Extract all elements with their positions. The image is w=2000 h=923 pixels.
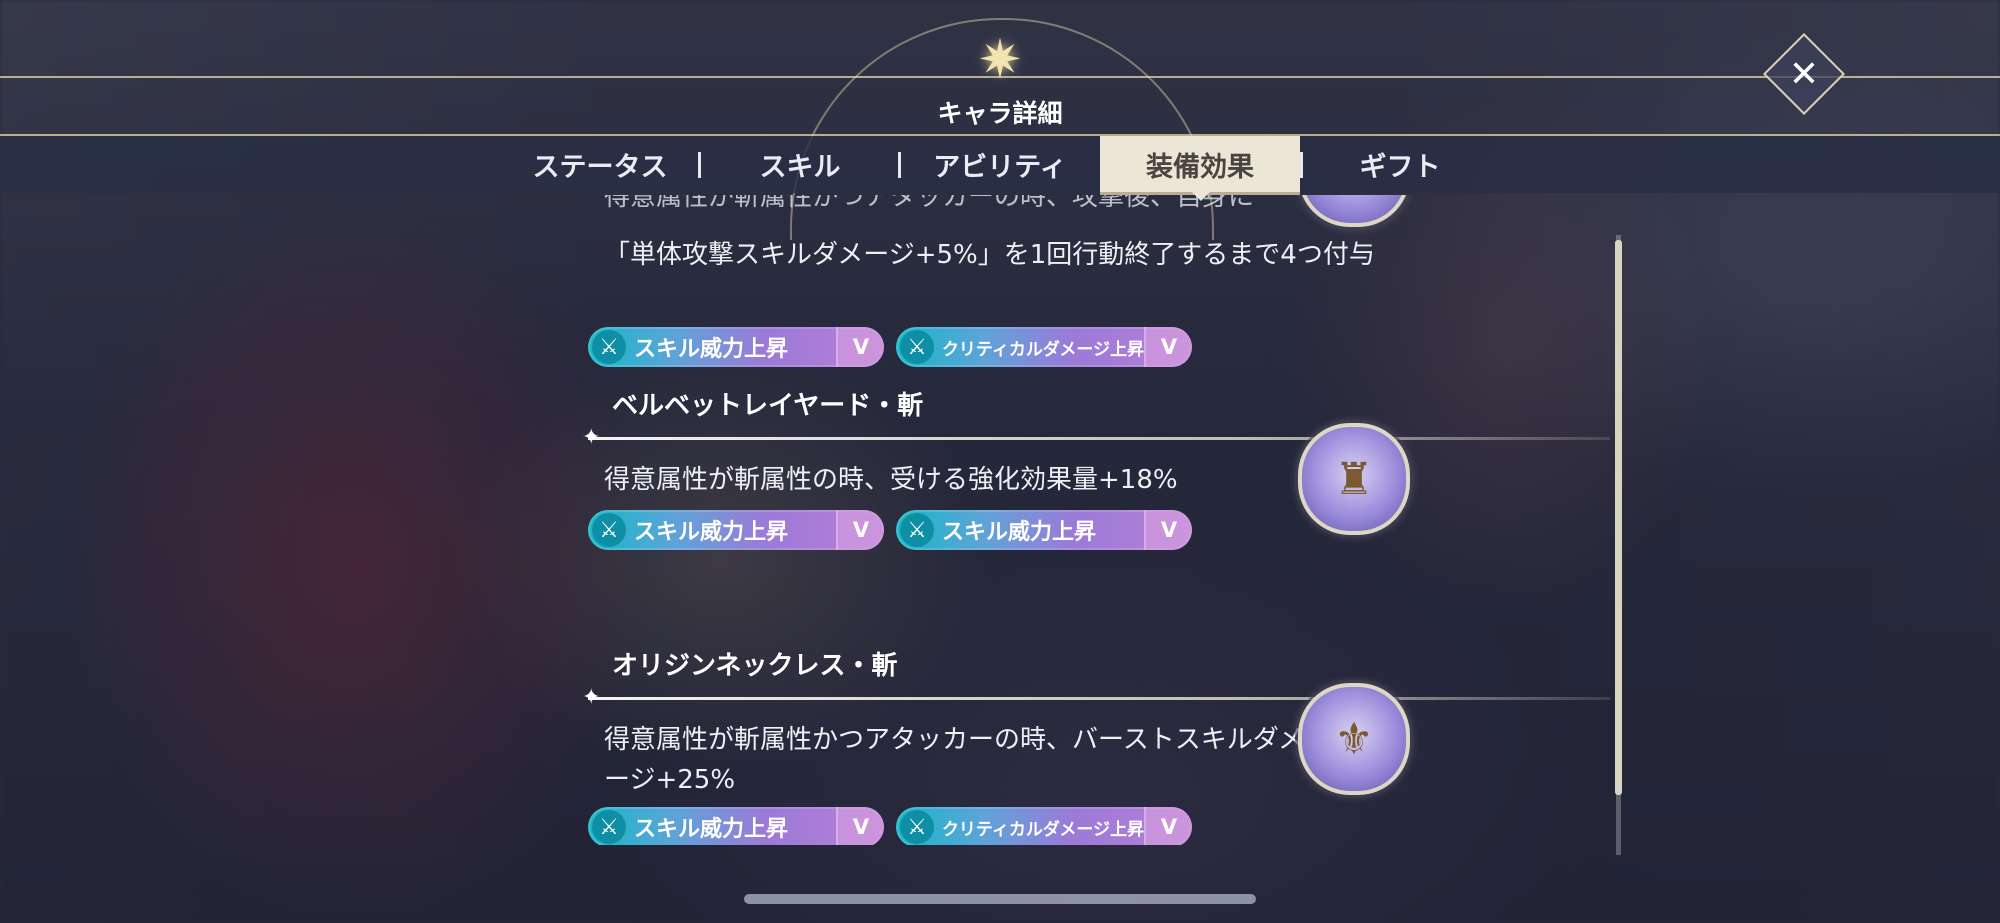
tab-ability[interactable]: アビリティ — [910, 136, 1090, 193]
badge-row: ⚔ スキル威力上昇 V ⚔ スキル威力上昇 V — [588, 510, 1192, 550]
badge-label: スキル威力上昇 — [942, 520, 1097, 545]
badge-rank: V — [1144, 807, 1192, 845]
item-divider — [582, 425, 1610, 450]
skill-badge[interactable]: ⚔ スキル威力上昇 V — [896, 510, 1192, 550]
badge-rank: V — [1144, 327, 1192, 367]
badge-label: クリティカルダメージ上昇 — [941, 339, 1145, 360]
skill-badge[interactable]: ⚔ クリティカルダメージ上昇 V — [896, 807, 1192, 845]
sword-icon: ⚔ — [592, 810, 626, 844]
equipment-icon[interactable]: ➶ — [1298, 195, 1410, 227]
equipment-effect-list[interactable]: 得意属性が斬属性かつアタッカーの時、攻撃後、自身に 「単体攻撃スキルダメージ+5… — [570, 195, 1610, 845]
page-title: キャラ詳細 — [937, 99, 1063, 128]
skill-badge[interactable]: ⚔ スキル威力上昇 V — [588, 807, 884, 845]
equipment-icon[interactable]: ♜ — [1298, 423, 1410, 535]
close-icon[interactable]: ✕ — [1775, 45, 1833, 103]
tab-skill[interactable]: スキル — [720, 136, 880, 193]
tab-status[interactable]: ステータス — [520, 136, 680, 193]
badge-label: スキル威力上昇 — [634, 817, 789, 842]
item-name: オリジンネックレス・斬 — [612, 651, 898, 681]
tab-separator — [1300, 152, 1303, 178]
tab-bar: ステータス スキル アビリティ 装備効果 ギフト — [0, 136, 2000, 195]
tab-gift[interactable]: ギフト — [1320, 136, 1480, 193]
item-description: 得意属性が斬属性の時、受ける強化効果量+18% — [604, 465, 1178, 495]
badge-rank: V — [836, 510, 884, 550]
sword-icon: ⚔ — [900, 810, 934, 844]
badge-label: スキル威力上昇 — [634, 337, 789, 362]
compass-star-icon: ✷ — [977, 28, 1023, 91]
badge-rank: V — [836, 807, 884, 845]
equipment-icon[interactable]: ⚜ — [1298, 683, 1410, 795]
sword-icon: ⚔ — [900, 330, 934, 364]
tab-equipment-effects[interactable]: 装備効果 — [1100, 136, 1300, 195]
badge-row: ⚔ スキル威力上昇 V ⚔ クリティカルダメージ上昇 V — [588, 327, 1192, 367]
sword-icon: ⚔ — [900, 513, 934, 547]
sword-icon: ⚔ — [592, 330, 626, 364]
badge-rank: V — [1144, 510, 1192, 550]
tab-separator — [898, 152, 901, 178]
tab-separator — [698, 152, 701, 178]
item-description-partial: 得意属性が斬属性かつアタッカーの時、攻撃後、自身に — [604, 195, 1255, 212]
sword-icon: ⚔ — [592, 513, 626, 547]
item-divider — [582, 685, 1610, 710]
badge-label: スキル威力上昇 — [634, 520, 789, 545]
home-indicator[interactable] — [744, 894, 1256, 904]
item-description: 「単体攻撃スキルダメージ+5%」を1回行動終了するまで4つ付与 — [604, 240, 1375, 270]
skill-badge[interactable]: ⚔ クリティカルダメージ上昇 V — [896, 327, 1192, 367]
badge-rank: V — [836, 327, 884, 367]
scrollbar-thumb[interactable] — [1615, 240, 1622, 795]
badge-label: クリティカルダメージ上昇 — [941, 819, 1145, 840]
badge-row: ⚔ スキル威力上昇 V ⚔ クリティカルダメージ上昇 V — [588, 807, 1192, 845]
skill-badge[interactable]: ⚔ スキル威力上昇 V — [588, 510, 884, 550]
item-description: 得意属性が斬属性かつアタッカーの時、バーストスキルダメージ+25% — [604, 725, 1304, 795]
item-name: ベルベットレイヤード・斬 — [612, 391, 924, 421]
skill-badge[interactable]: ⚔ スキル威力上昇 V — [588, 327, 884, 367]
